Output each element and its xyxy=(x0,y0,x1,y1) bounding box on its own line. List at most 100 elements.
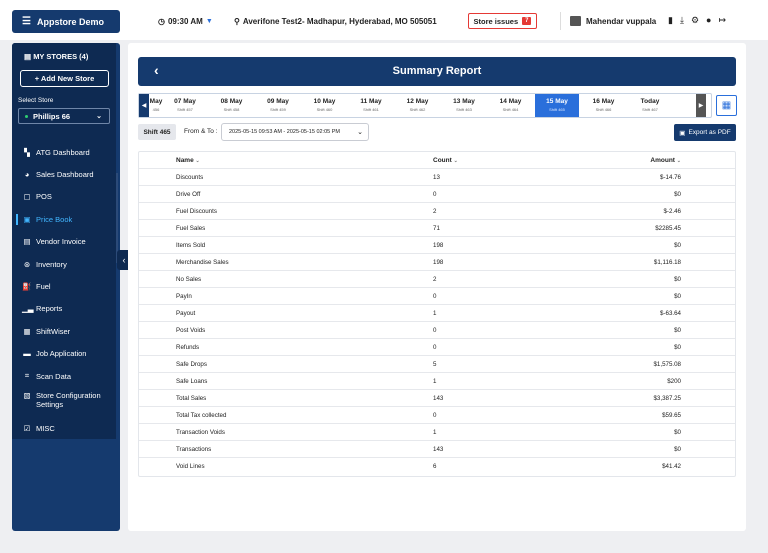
table-row: Items Sold 198 $0 xyxy=(139,237,735,254)
row-count: 143 xyxy=(433,446,444,453)
row-amount: $-2.46 xyxy=(663,208,681,215)
sort-icon: ⌄ xyxy=(453,158,458,164)
date-tab[interactable]: 14 May Shift 464 xyxy=(489,94,533,117)
reports-icon: ▁▃ xyxy=(22,304,34,314)
column-header-count[interactable]: Count ⌄ xyxy=(433,157,458,164)
table-row: Post Voids 0 $0 xyxy=(139,322,735,339)
sidebar-item[interactable]: ▢ POS xyxy=(12,186,116,208)
date-tab-day: May xyxy=(149,98,163,105)
row-count: 71 xyxy=(433,225,440,232)
scroll-left-icon[interactable]: ◀ xyxy=(139,94,149,117)
row-amount: $1,575.08 xyxy=(653,361,681,368)
user-menu[interactable]: Mahendar vuppala xyxy=(570,16,656,26)
table-row: Safe Drops 5 $1,575.08 xyxy=(139,356,735,373)
date-tab[interactable]: 12 May Shift 462 xyxy=(396,94,440,117)
sidebar-item-label: Inventory xyxy=(36,259,67,269)
shift-icon: ▦ xyxy=(23,326,31,336)
pdf-icon: ▣ xyxy=(679,129,686,137)
add-new-store-button[interactable]: + Add New Store xyxy=(20,70,109,87)
date-tab-day: 12 May xyxy=(406,98,429,105)
column-header-name[interactable]: Name ⌄ xyxy=(176,157,200,164)
table-row: Transactions 143 $0 xyxy=(139,441,735,458)
gear-icon[interactable]: ⚙ xyxy=(691,15,699,26)
sidebar-item[interactable]: ▧ Store Configuration Settings xyxy=(12,387,116,417)
sidebar-item[interactable]: ⊛ Inventory xyxy=(12,253,116,275)
column-amount-label: Amount xyxy=(650,157,675,164)
sidebar-item[interactable]: ▦ ShiftWiser xyxy=(12,320,116,342)
store-issues-button[interactable]: Store issues 7 xyxy=(468,13,537,29)
select-store-label: Select Store xyxy=(18,97,54,104)
row-name: Drive Off xyxy=(176,191,201,198)
row-count: 2 xyxy=(433,276,437,283)
time-selector[interactable]: ◷ 09:30 AM ▼ xyxy=(158,17,213,26)
row-amount: $0 xyxy=(674,293,681,300)
date-tab-shift: Shift 457 xyxy=(177,107,193,112)
sidebar-item-label: Fuel xyxy=(36,282,51,292)
sidebar-item[interactable]: ☑ MISC xyxy=(12,417,116,439)
location-pin-icon: ⚲ xyxy=(234,17,240,26)
app-menu-button[interactable]: ☰ Appstore Demo xyxy=(12,10,120,33)
sidebar-item[interactable]: ▁▃ Reports xyxy=(12,298,116,320)
download-icon[interactable]: ⤓ xyxy=(680,15,684,26)
row-count: 0 xyxy=(433,327,437,334)
calendar-icon[interactable]: ▦ xyxy=(716,95,737,116)
store-status-dot xyxy=(25,114,28,118)
row-name: Fuel Sales xyxy=(176,225,206,232)
toolbar-icons: ▮ ⤓ ⚙ ● ↦ xyxy=(668,15,726,26)
clock-icon: ◷ xyxy=(158,17,165,26)
store-select[interactable]: Phillips 66 ⌄ xyxy=(18,108,110,124)
summary-table: Name ⌄ Count ⌄ Amount ⌄ Discounts 13 $-14.… xyxy=(138,151,736,477)
sidebar-nav: ▚ ATG Dashboard ◕ Sales Dashboard ▢ POS ▣ Price… xyxy=(12,141,116,440)
date-strip: ◀ ▶ May 456 07 May Shift 457 08 May Shift 458… xyxy=(138,93,712,118)
date-tab[interactable]: 07 May Shift 457 xyxy=(163,94,207,117)
date-tab[interactable]: 09 May Shift 459 xyxy=(256,94,300,117)
table-row: Total Sales 143 $3,387.25 xyxy=(139,390,735,407)
date-tab[interactable]: 13 May Shift 463 xyxy=(442,94,486,117)
mobile-icon[interactable]: ▮ xyxy=(668,15,673,26)
date-tab-day: 07 May xyxy=(174,98,196,105)
table-row: Safe Loans 1 $200 xyxy=(139,373,735,390)
date-tab-shift: Shift 467 xyxy=(642,107,658,112)
sidebar-item[interactable]: ▬ Job Application xyxy=(12,343,116,365)
row-count: 0 xyxy=(433,191,437,198)
scroll-right-icon[interactable]: ▶ xyxy=(696,94,706,117)
column-header-amount[interactable]: Amount ⌄ xyxy=(650,157,681,164)
column-count-label: Count xyxy=(433,157,452,164)
export-pdf-button[interactable]: ▣ Export as PDF xyxy=(674,124,736,141)
table-row: Total Tax collected 0 $59.65 xyxy=(139,407,735,424)
logout-icon[interactable]: ↦ xyxy=(718,15,726,26)
date-tab-shift: Shift 464 xyxy=(502,107,519,112)
sidebar-item[interactable]: ▣ Price Book xyxy=(12,208,116,230)
date-tab[interactable]: 16 May Shift 466 xyxy=(582,94,626,117)
sort-icon: ⌄ xyxy=(676,158,681,164)
date-tab[interactable]: 08 May Shift 458 xyxy=(210,94,254,117)
table-header: Name ⌄ Count ⌄ Amount ⌄ xyxy=(139,152,735,169)
selected-store: Phillips 66 xyxy=(33,111,71,121)
date-tab[interactable]: May 456 xyxy=(149,94,163,117)
table-row: Drive Off 0 $0 xyxy=(139,186,735,203)
sidebar-item[interactable]: ⛽ Fuel xyxy=(12,275,116,297)
date-tab[interactable]: 11 May Shift 461 xyxy=(349,94,393,117)
row-amount: $0 xyxy=(674,276,681,283)
row-amount: $41.42 xyxy=(662,463,681,470)
app-title: Appstore Demo xyxy=(36,16,104,27)
row-count: 0 xyxy=(433,412,437,419)
date-tab[interactable]: 10 May Shift 460 xyxy=(303,94,347,117)
info-icon[interactable]: ● xyxy=(706,15,711,26)
chevron-down-icon: ⌄ xyxy=(357,129,363,136)
sidebar-item[interactable]: ▚ ATG Dashboard xyxy=(12,141,116,163)
sidebar-item[interactable]: ◕ Sales Dashboard xyxy=(12,163,116,185)
date-tab-day: Today xyxy=(640,98,660,105)
sidebar-item[interactable]: ▤ Vendor Invoice xyxy=(12,231,116,253)
sidebar-item[interactable]: ⌗ Scan Data xyxy=(12,365,116,387)
time-range-select[interactable]: 2025-05-15 09:53 AM - 2025-05-15 02:05 P… xyxy=(221,123,369,141)
date-tab[interactable]: Today Shift 467 xyxy=(628,94,672,117)
date-tab[interactable]: 15 May Shift 465 xyxy=(535,94,579,117)
table-row: Transaction Voids 1 $0 xyxy=(139,424,735,441)
sidebar-item-label: Sales Dashboard xyxy=(36,170,94,180)
row-amount: $0 xyxy=(674,327,681,334)
row-amount: $0 xyxy=(674,429,681,436)
store-issues-label: Store issues xyxy=(473,16,519,26)
sidebar-item-label: Scan Data xyxy=(36,371,72,381)
table-row: Fuel Sales 71 $2285.45 xyxy=(139,220,735,237)
